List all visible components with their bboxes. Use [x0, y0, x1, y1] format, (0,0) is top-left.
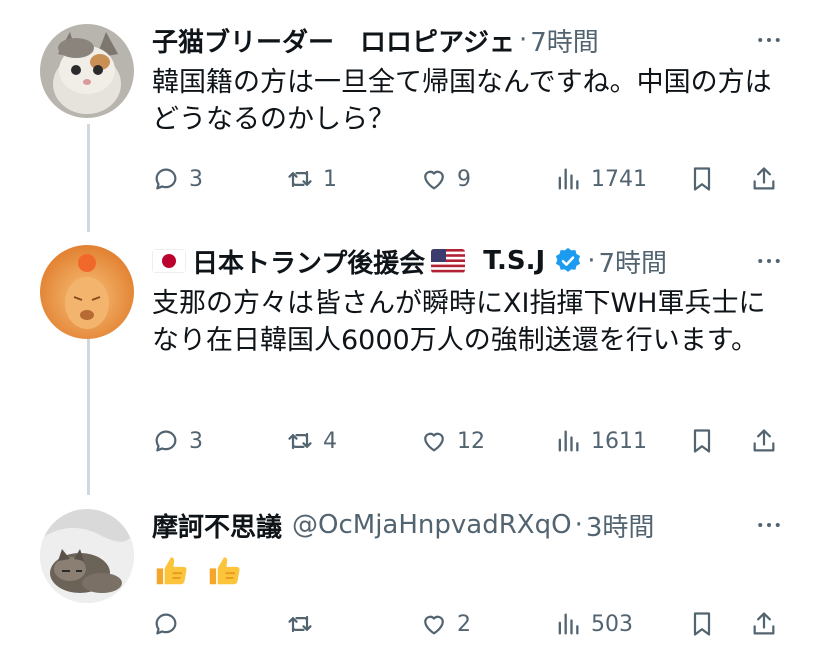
share-icon	[753, 167, 775, 190]
views-count: 1741	[591, 166, 647, 192]
reply-count: 3	[189, 428, 203, 454]
more-icon[interactable]	[754, 20, 784, 60]
views-icon	[558, 168, 579, 190]
repost-count: 1	[323, 166, 337, 192]
separator-dot: ·	[587, 246, 596, 276]
bookmark-icon	[693, 612, 711, 636]
views-icon	[558, 613, 579, 635]
tweet-text: 韓国籍の方は一旦全て帰国なんですね。中国の方はどうなるのかしら？	[152, 67, 772, 135]
tweet-text: 支那の方々は皆さんが瞬時にXI指揮下WH軍兵士になり在日韓国人6000万人の強制…	[152, 288, 766, 356]
tweet-header: 子猫ブリーダー ロロピアジェ · 7時間	[152, 20, 599, 60]
tweet-header: 摩訶不思議 @OcMjaHnpvadRXqO · 3時間	[152, 505, 654, 545]
views-button[interactable]: 1741	[554, 159, 647, 199]
action-bar: 2 503	[152, 604, 792, 644]
heart-icon	[424, 170, 444, 190]
repost-icon	[288, 615, 312, 633]
like-count: 9	[457, 166, 471, 192]
like-count: 2	[457, 611, 471, 637]
separator-dot: ·	[574, 510, 583, 540]
share-button[interactable]	[750, 159, 778, 199]
more-icon[interactable]	[754, 241, 784, 281]
reply-button[interactable]	[152, 604, 189, 644]
repost-icon	[288, 432, 312, 450]
cat-avatar[interactable]	[40, 509, 134, 603]
views-button[interactable]: 503	[554, 604, 633, 644]
bookmark-icon	[693, 167, 711, 191]
separator-dot: ·	[518, 25, 528, 55]
japan-flag-icon	[152, 249, 186, 273]
bookmark-button[interactable]	[688, 604, 716, 644]
reply-button[interactable]: 3	[152, 421, 203, 461]
views-button[interactable]: 1611	[554, 421, 647, 461]
thumbs-up-icon	[156, 557, 187, 585]
action-bar: 3 4 12 1611	[152, 421, 792, 461]
repost-button[interactable]: 1	[286, 159, 337, 199]
reply-button[interactable]: 3	[152, 159, 203, 199]
repost-button[interactable]	[286, 604, 323, 644]
share-icon	[753, 612, 775, 635]
reply-count: 3	[189, 166, 203, 192]
timestamp[interactable]: 7時間	[530, 22, 599, 59]
repost-button[interactable]: 4	[286, 421, 337, 461]
verified-badge-icon	[556, 247, 581, 272]
repost-count: 4	[323, 428, 337, 454]
action-bar: 3 1 9 1741	[152, 159, 792, 199]
like-button[interactable]: 12	[420, 421, 485, 461]
thumbs-up-icon	[209, 557, 240, 585]
bookmark-icon	[693, 429, 711, 453]
more-icon[interactable]	[754, 505, 784, 545]
reply-icon	[155, 613, 177, 635]
views-count: 1611	[591, 428, 647, 454]
like-button[interactable]: 9	[420, 159, 471, 199]
display-name[interactable]: 日本トランプ後援会	[192, 243, 425, 280]
tweet-text	[152, 551, 772, 599]
lion-avatar[interactable]	[40, 245, 134, 339]
display-name-suffix[interactable]: T.S.J	[483, 246, 545, 276]
share-button[interactable]	[750, 421, 778, 461]
views-icon	[558, 430, 579, 452]
username[interactable]: @OcMjaHnpvadRXqO	[292, 510, 572, 540]
timestamp[interactable]: 3時間	[586, 507, 655, 544]
tweet[interactable]: 摩訶不思議 @OcMjaHnpvadRXqO · 3時間 2 503	[0, 505, 828, 657]
share-button[interactable]	[750, 604, 778, 644]
bookmark-button[interactable]	[688, 159, 716, 199]
repost-icon	[288, 170, 312, 188]
heart-icon	[424, 432, 444, 452]
bookmark-button[interactable]	[688, 421, 716, 461]
views-count: 503	[591, 611, 633, 637]
tweet[interactable]: 日本トランプ後援会 T.S.J · 7時間 支那の方々は皆さんが瞬時にXI指揮下…	[0, 241, 828, 481]
timestamp[interactable]: 7時間	[598, 243, 667, 280]
kitten-avatar[interactable]	[40, 24, 134, 118]
reply-icon	[155, 430, 177, 452]
tweet-header: 日本トランプ後援会 T.S.J · 7時間	[152, 241, 667, 281]
us-flag-icon	[431, 249, 466, 273]
display-name[interactable]: 摩訶不思議	[152, 507, 282, 544]
like-count: 12	[457, 428, 485, 454]
display-name[interactable]: 子猫ブリーダー ロロピアジェ	[152, 22, 515, 59]
share-icon	[753, 429, 775, 452]
tweet[interactable]: 子猫ブリーダー ロロピアジェ · 7時間 韓国籍の方は一旦全て帰国なんですね。中…	[0, 20, 828, 210]
reply-icon	[155, 168, 177, 190]
heart-icon	[424, 615, 444, 635]
like-button[interactable]: 2	[420, 604, 471, 644]
